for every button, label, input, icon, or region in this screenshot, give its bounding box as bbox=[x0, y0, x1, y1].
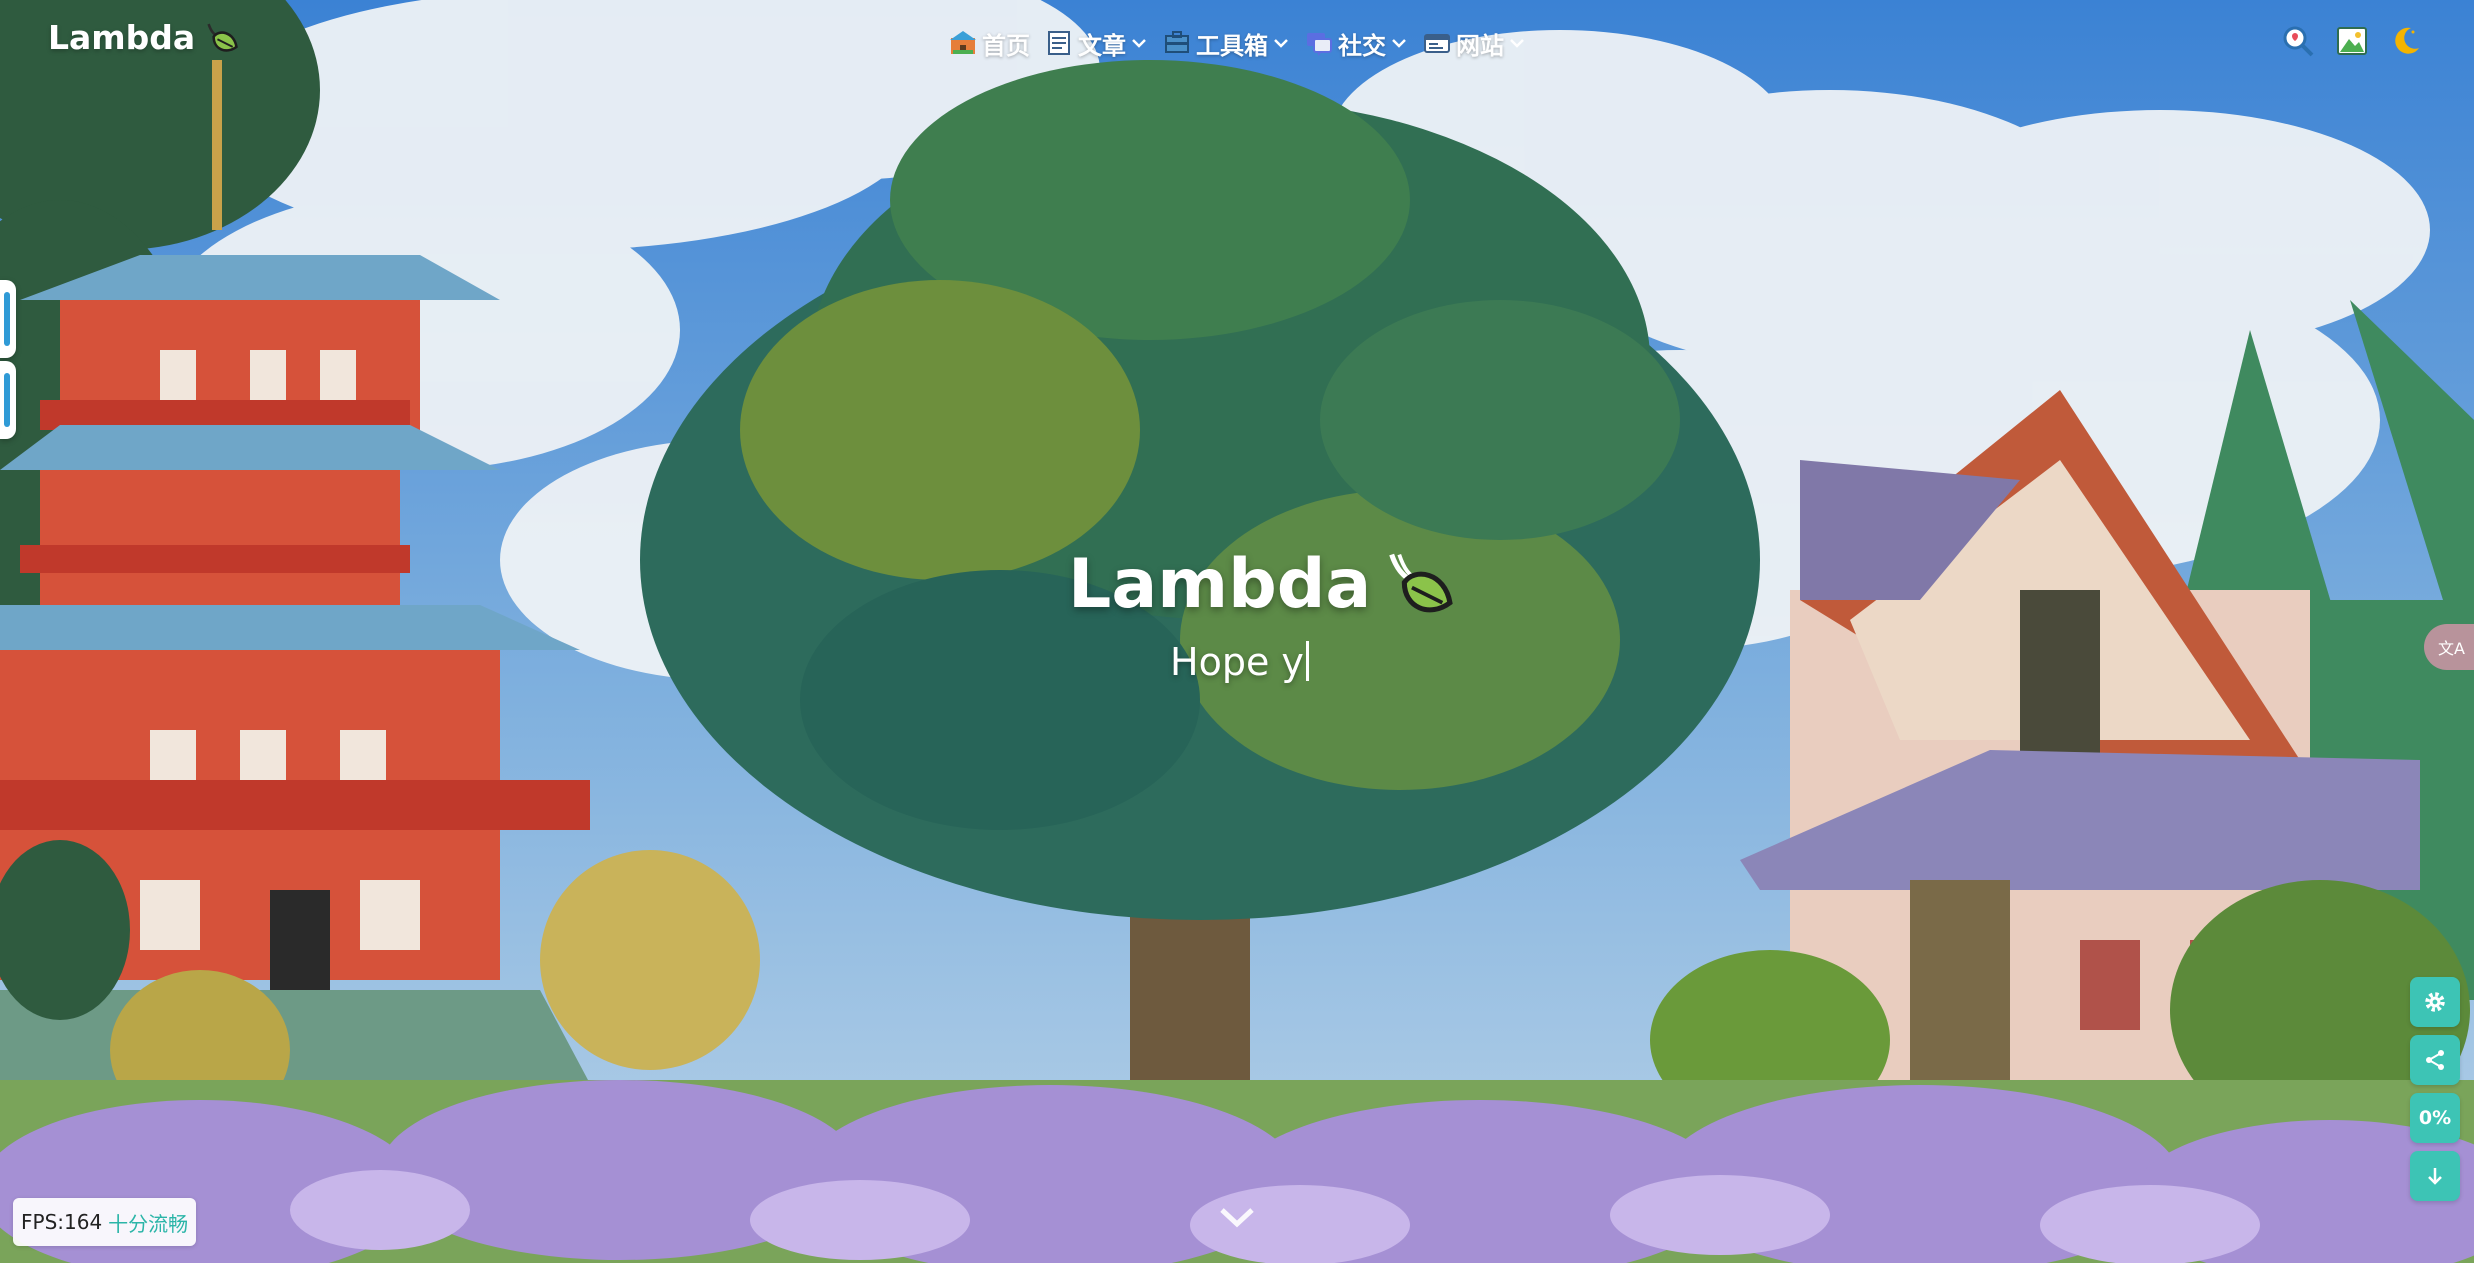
floating-toolbar: 0% bbox=[2410, 977, 2460, 1201]
hero-title: Lambda bbox=[1068, 545, 1455, 624]
fps-value: FPS:164 bbox=[21, 1210, 103, 1234]
wallpaper-icon[interactable] bbox=[2335, 24, 2369, 58]
website-icon bbox=[1424, 34, 1450, 53]
menu-item-articles[interactable]: 文章 bbox=[1044, 26, 1148, 61]
menu-item-home[interactable]: 首页 bbox=[948, 26, 1030, 61]
chevron-down-icon bbox=[1132, 39, 1146, 48]
scroll-down-button[interactable] bbox=[2410, 1151, 2460, 1201]
menu-item-toolbox-label: 工具箱 bbox=[1196, 31, 1268, 60]
home-icon bbox=[950, 31, 976, 54]
translate-button[interactable]: 文A bbox=[2424, 624, 2474, 670]
scroll-hint-chevron-icon[interactable] bbox=[1218, 1204, 1256, 1232]
fps-monitor: FPS:164 十分流畅 bbox=[13, 1198, 197, 1246]
menu-item-articles-label: 文章 bbox=[1078, 31, 1126, 60]
typing-caret bbox=[1305, 641, 1309, 681]
site-title: Lambda bbox=[48, 18, 196, 57]
menu-item-social[interactable]: 社交 bbox=[1304, 26, 1408, 61]
left-drawer-tab-2[interactable] bbox=[0, 361, 16, 439]
gear-icon bbox=[2425, 992, 2445, 1012]
article-icon bbox=[1048, 31, 1070, 55]
arrow-down-icon bbox=[2428, 1168, 2442, 1185]
scroll-progress-label: 0% bbox=[2418, 1107, 2452, 1129]
hero-subtitle-text: Hope y bbox=[1170, 640, 1304, 684]
menu-item-toolbox[interactable]: 工具箱 bbox=[1162, 26, 1290, 61]
fps-status: 十分流畅 bbox=[108, 1211, 189, 1236]
top-navbar: Lambda 首页 文章 工具箱 社交 网站 bbox=[0, 0, 2474, 84]
search-icon[interactable] bbox=[2281, 24, 2315, 58]
left-drawer-tab-1[interactable] bbox=[0, 280, 16, 358]
share-button[interactable] bbox=[2410, 1035, 2460, 1085]
chevron-down-icon bbox=[1510, 39, 1524, 48]
share-icon bbox=[2426, 1050, 2444, 1070]
settings-button[interactable] bbox=[2410, 977, 2460, 1027]
hero-background-illustration bbox=[0, 0, 2474, 1263]
menu-item-websites[interactable]: 网站 bbox=[1422, 26, 1526, 61]
toolbox-icon bbox=[1165, 31, 1189, 53]
leaf-icon bbox=[207, 23, 239, 52]
chat-icon bbox=[1307, 33, 1332, 56]
translate-icon: 文A bbox=[2438, 639, 2465, 658]
hero-typing-subtitle: Hope y bbox=[1170, 640, 1309, 684]
chevron-down-icon bbox=[1274, 39, 1288, 48]
page: Lambda 首页 文章 工具箱 社交 网站 Lambda Hope y 文A … bbox=[0, 0, 2474, 1263]
leaf-icon bbox=[1389, 553, 1453, 612]
site-logo-link[interactable]: Lambda bbox=[48, 18, 239, 57]
menu-item-social-label: 社交 bbox=[1338, 31, 1386, 60]
menu-item-websites-label: 网站 bbox=[1456, 31, 1504, 60]
header-tools bbox=[2281, 24, 2423, 58]
chevron-down-icon bbox=[1392, 39, 1406, 48]
main-menu: 首页 文章 工具箱 社交 网站 bbox=[948, 22, 1526, 64]
dark-mode-icon[interactable] bbox=[2389, 24, 2423, 58]
scroll-progress-button[interactable]: 0% bbox=[2410, 1093, 2460, 1143]
menu-item-home-label: 首页 bbox=[982, 31, 1030, 60]
hero-title-text: Lambda bbox=[1068, 545, 1372, 624]
